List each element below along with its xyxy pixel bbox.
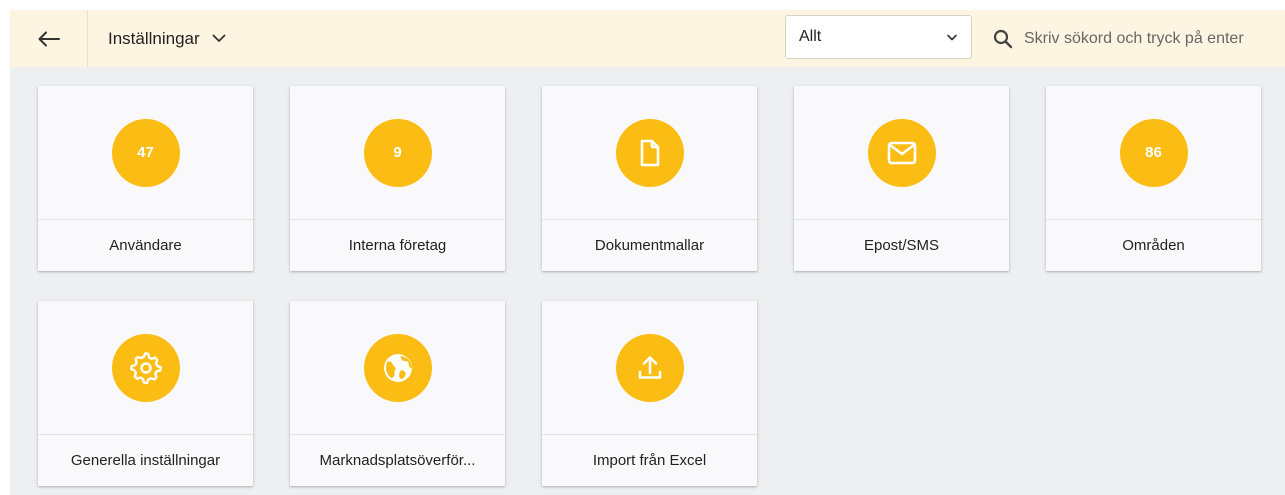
card-label: Områden — [1122, 237, 1185, 254]
count-badge: 9 — [363, 118, 432, 187]
card-label: Marknadsplatsöverför... — [319, 452, 476, 469]
card-label: Import från Excel — [592, 452, 707, 469]
filter-select[interactable]: Allt — [785, 15, 972, 59]
card-label: Epost/SMS — [863, 237, 940, 254]
search-input[interactable] — [1024, 29, 1284, 48]
card-omraden[interactable]: 86 Områden — [1046, 86, 1261, 271]
upload-icon — [615, 333, 684, 402]
card-generella-installningar[interactable]: Generella inställningar — [38, 301, 253, 486]
search-icon[interactable] — [993, 29, 1013, 49]
arrow-left-icon — [38, 31, 60, 46]
card-marknadsplatsoverforing[interactable]: Marknadsplatsöverför... — [290, 301, 505, 486]
card-import-fran-excel[interactable]: Import från Excel — [542, 301, 757, 486]
page-title: Inställningar — [108, 28, 200, 48]
document-icon — [615, 118, 684, 187]
chevron-down-icon — [212, 34, 226, 43]
card-label: Interna företag — [348, 237, 447, 254]
page-title-dropdown[interactable]: Inställningar — [108, 10, 226, 67]
card-anvandare[interactable]: 47 Användare — [38, 86, 253, 271]
card-interna-foretag[interactable]: 9 Interna företag — [290, 86, 505, 271]
envelope-icon — [867, 118, 936, 187]
card-dokumentmallar[interactable]: Dokumentmallar — [542, 86, 757, 271]
globe-icon — [363, 333, 432, 402]
card-epost-sms[interactable]: Epost/SMS — [794, 86, 1009, 271]
gear-icon — [111, 333, 180, 402]
count-badge: 86 — [1119, 118, 1188, 187]
back-button[interactable] — [10, 10, 88, 67]
filter-select-value: Allt — [799, 28, 822, 45]
count-badge: 47 — [111, 118, 180, 187]
search-bar — [993, 10, 1285, 67]
card-label: Generella inställningar — [70, 452, 221, 469]
chevron-down-icon — [947, 34, 957, 41]
top-bar: Inställningar Allt — [10, 10, 1285, 67]
settings-grid: 47 Användare 9 Interna företag Dokumentm… — [10, 67, 1285, 495]
card-label: Användare — [109, 237, 182, 254]
card-label: Dokumentmallar — [594, 237, 705, 254]
